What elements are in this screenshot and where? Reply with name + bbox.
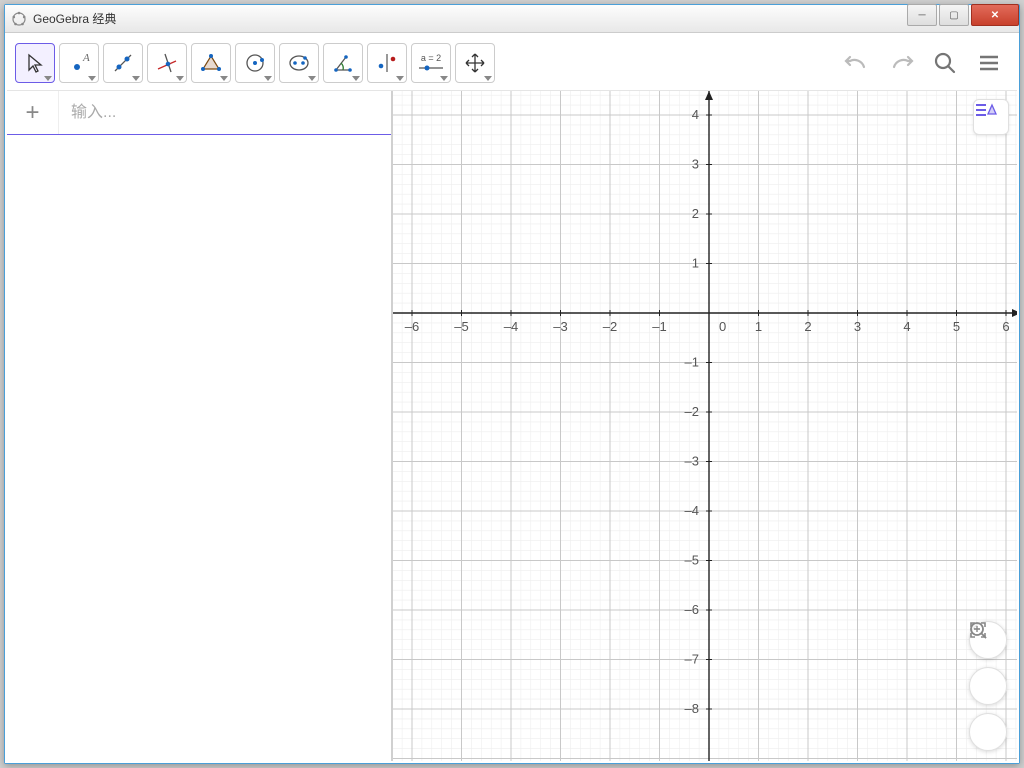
- svg-text:–1: –1: [685, 355, 699, 370]
- slider-icon: a = 2: [413, 51, 449, 75]
- svg-text:–5: –5: [685, 553, 699, 568]
- fullscreen-button[interactable]: [969, 713, 1007, 751]
- svg-text:–2: –2: [603, 319, 617, 334]
- angle-tool[interactable]: [323, 43, 363, 83]
- line-tool[interactable]: [103, 43, 143, 83]
- svg-text:–1: –1: [652, 319, 666, 334]
- point-tool[interactable]: A: [59, 43, 99, 83]
- ellipse-tool[interactable]: [279, 43, 319, 83]
- perpendicular-tool[interactable]: [147, 43, 187, 83]
- svg-text:5: 5: [953, 319, 960, 334]
- chevron-down-icon: [132, 76, 140, 81]
- coordinate-plane: –6 –5 –4 –3 –2 –1 0 1 2 3 4 5 6 1 2 3 4 –1 –2 –3 –4 –5 –6 –7 –8: [393, 91, 1017, 761]
- svg-text:–7: –7: [685, 652, 699, 667]
- input-row: +: [7, 91, 391, 135]
- redo-button[interactable]: [881, 43, 921, 83]
- zoom-out-button[interactable]: [969, 667, 1007, 705]
- move-arrows-icon: [463, 51, 487, 75]
- angle-icon: [331, 51, 355, 75]
- svg-text:–4: –4: [685, 503, 699, 518]
- stylebar-icon: [974, 100, 998, 120]
- app-icon: [11, 11, 27, 27]
- window-title: GeoGebra 经典: [33, 10, 907, 27]
- fullscreen-icon: [969, 621, 987, 639]
- point-icon: A: [67, 51, 91, 75]
- chevron-down-icon: [440, 76, 448, 81]
- svg-text:A: A: [82, 52, 90, 64]
- svg-text:–8: –8: [685, 701, 699, 716]
- polygon-icon: [199, 51, 223, 75]
- graphics-view[interactable]: –6 –5 –4 –3 –2 –1 0 1 2 3 4 5 6 1 2 3 4 –1 –2 –3 –4 –5 –6 –7 –8: [393, 91, 1017, 761]
- line-icon: [111, 51, 135, 75]
- chevron-down-icon: [88, 76, 96, 81]
- reflect-icon: [375, 51, 399, 75]
- client-area: A: [5, 33, 1019, 763]
- style-bar-button[interactable]: [973, 99, 1009, 135]
- svg-text:–2: –2: [685, 404, 699, 419]
- svg-text:2: 2: [804, 319, 811, 334]
- search-button[interactable]: [925, 43, 965, 83]
- chevron-down-icon: [396, 76, 404, 81]
- svg-text:1: 1: [692, 256, 699, 271]
- content-area: + –6–5–4–3–2–101234561234–1–2–3–4–5–6–7–…: [7, 91, 1017, 761]
- algebra-input[interactable]: [59, 91, 391, 134]
- chevron-down-icon: [264, 76, 272, 81]
- svg-text:a = 2: a = 2: [421, 53, 441, 63]
- chevron-down-icon: [352, 76, 360, 81]
- svg-text:–3: –3: [685, 454, 699, 469]
- svg-text:3: 3: [692, 157, 699, 172]
- undo-icon: [842, 51, 872, 75]
- perpendicular-icon: [155, 51, 179, 75]
- svg-text:–6: –6: [405, 319, 419, 334]
- svg-text:–3: –3: [553, 319, 567, 334]
- svg-text:6: 6: [1002, 319, 1009, 334]
- chevron-down-icon: [44, 76, 52, 81]
- search-icon: [932, 50, 958, 76]
- polygon-tool[interactable]: [191, 43, 231, 83]
- svg-text:1: 1: [755, 319, 762, 334]
- svg-text:2: 2: [692, 206, 699, 221]
- undo-button[interactable]: [837, 43, 877, 83]
- window-buttons: ─ ▢ ✕: [907, 5, 1019, 32]
- close-button[interactable]: ✕: [971, 4, 1019, 26]
- svg-text:3: 3: [854, 319, 861, 334]
- chevron-down-icon: [308, 76, 316, 81]
- svg-text:0: 0: [719, 319, 726, 334]
- reflect-tool[interactable]: [367, 43, 407, 83]
- svg-text:–6: –6: [685, 602, 699, 617]
- svg-text:4: 4: [692, 107, 699, 122]
- titlebar[interactable]: GeoGebra 经典 ─ ▢ ✕: [5, 5, 1019, 33]
- maximize-button[interactable]: ▢: [939, 4, 969, 26]
- move-tool[interactable]: [15, 43, 55, 83]
- add-button[interactable]: +: [7, 91, 59, 134]
- cursor-icon: [23, 51, 47, 75]
- svg-text:–5: –5: [454, 319, 468, 334]
- chevron-down-icon: [484, 76, 492, 81]
- minimize-button[interactable]: ─: [907, 4, 937, 26]
- slider-tool[interactable]: a = 2: [411, 43, 451, 83]
- circle-tool[interactable]: [235, 43, 275, 83]
- app-window: GeoGebra 经典 ─ ▢ ✕ A: [4, 4, 1020, 764]
- hamburger-icon: [977, 51, 1001, 75]
- chevron-down-icon: [220, 76, 228, 81]
- move-graphics-tool[interactable]: [455, 43, 495, 83]
- menu-button[interactable]: [969, 43, 1009, 83]
- ellipse-icon: [287, 51, 311, 75]
- svg-text:–4: –4: [504, 319, 518, 334]
- chevron-down-icon: [176, 76, 184, 81]
- zoom-controls: [969, 621, 1007, 751]
- toolbar: A: [7, 35, 1017, 91]
- redo-icon: [886, 51, 916, 75]
- algebra-view: +: [7, 91, 393, 761]
- circle-icon: [243, 51, 267, 75]
- svg-text:4: 4: [903, 319, 910, 334]
